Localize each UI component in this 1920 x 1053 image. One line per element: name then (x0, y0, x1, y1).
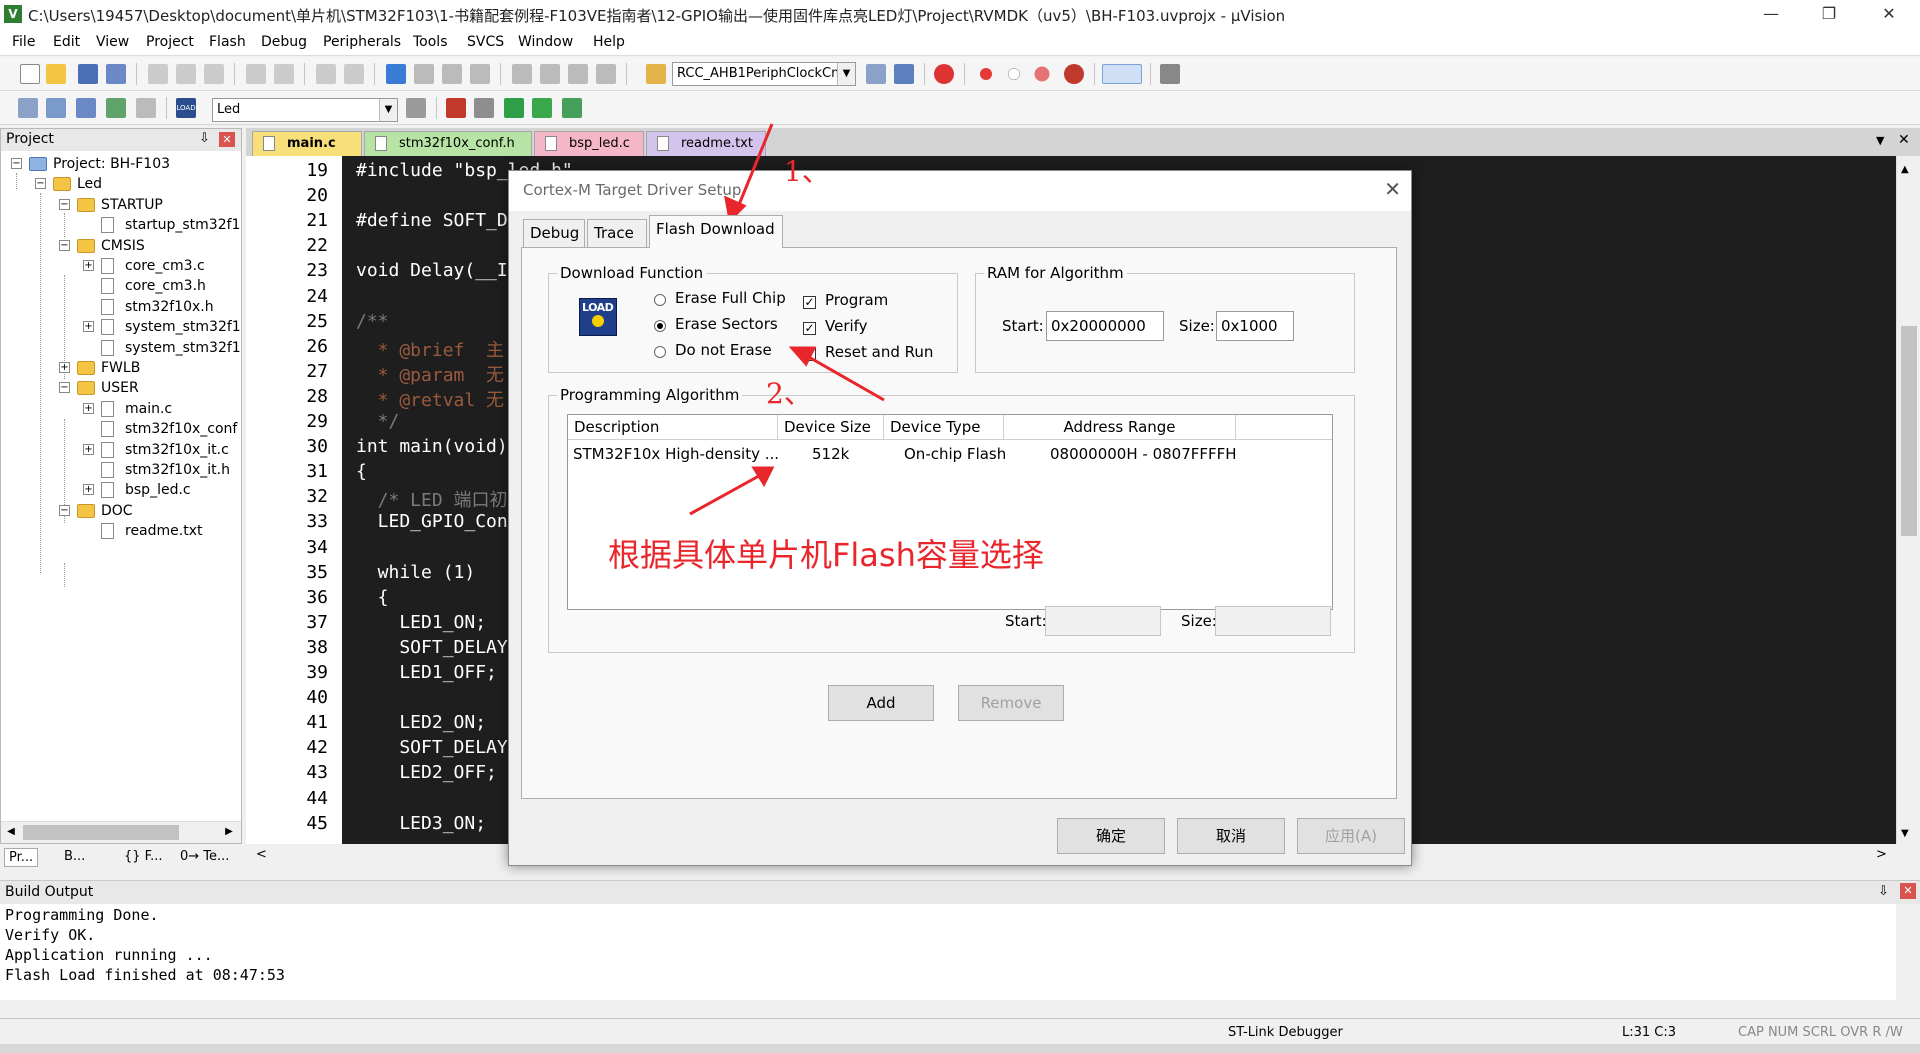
annotation-mark-2: 2、 (766, 377, 812, 410)
arrow-3-shaft (689, 470, 767, 516)
annotation-arrows (689, 123, 885, 516)
arrow-2-head (788, 346, 817, 367)
tab-flash-download[interactable]: Flash Download (649, 215, 783, 248)
annotation-note: 根据具体单片机Flash容量选择 (608, 536, 1044, 574)
annotation-mark-1: 1、 (784, 155, 830, 188)
arrow-1-shaft (734, 123, 774, 213)
arrow-2-shaft (799, 350, 885, 402)
